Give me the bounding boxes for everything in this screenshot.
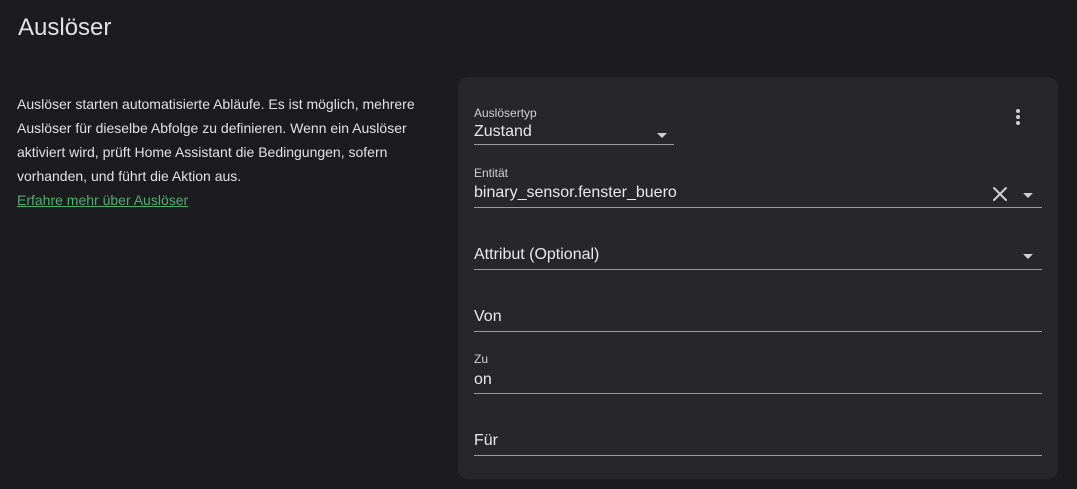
from-field[interactable]: Von	[474, 289, 1042, 332]
for-field[interactable]: Für	[474, 413, 1042, 456]
trigger-card: Auslösertyp Zustand Entität binary_senso…	[458, 77, 1058, 479]
trigger-type-label: Auslösertyp	[474, 106, 537, 120]
menu-down-icon[interactable]	[1023, 193, 1033, 198]
to-label: Zu	[474, 352, 489, 366]
entity-label: Entität	[474, 166, 509, 180]
to-value: on	[474, 371, 492, 388]
to-field[interactable]: Zu on	[474, 351, 1042, 394]
attribute-picker[interactable]: Attribut (Optional)	[474, 227, 1042, 270]
section-title: Auslöser	[18, 14, 112, 41]
for-placeholder: Für	[474, 432, 498, 449]
entity-picker[interactable]: Entität binary_sensor.fenster_buero	[474, 164, 1042, 208]
from-placeholder: Von	[474, 308, 502, 325]
learn-more-link[interactable]: Erfahre mehr über Auslöser	[17, 192, 188, 208]
entity-value: binary_sensor.fenster_buero	[474, 184, 677, 201]
attribute-placeholder: Attribut (Optional)	[474, 246, 600, 263]
trigger-type-select[interactable]: Auslösertyp Zustand	[474, 103, 674, 145]
close-icon[interactable]	[991, 185, 1009, 203]
intro-description: Auslöser starten automatisierte Abläufe.…	[17, 92, 437, 212]
intro-text: Auslöser starten automatisierte Abläufe.…	[17, 96, 415, 184]
menu-down-icon[interactable]	[1023, 254, 1033, 259]
menu-down-icon	[657, 133, 667, 138]
trigger-type-value: Zustand	[474, 123, 532, 140]
dots-vertical-icon[interactable]	[1008, 108, 1028, 128]
